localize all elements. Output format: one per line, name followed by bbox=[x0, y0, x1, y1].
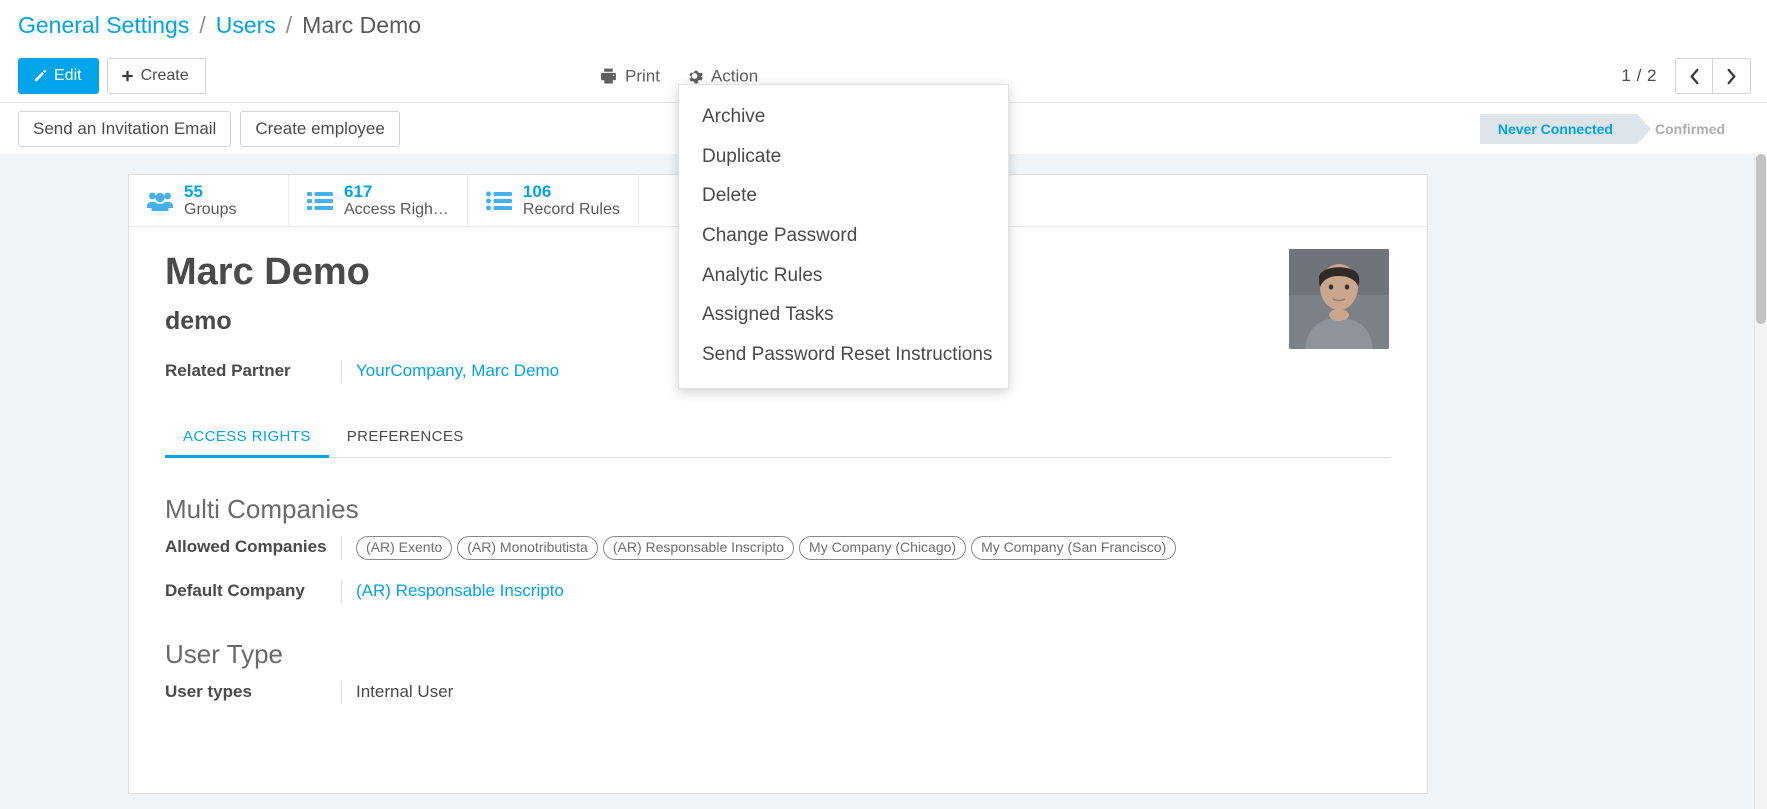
menu-item-delete[interactable]: Delete bbox=[679, 176, 1008, 216]
stat-button-record-rules[interactable]: 106 Record Rules bbox=[468, 175, 639, 226]
tag-company[interactable]: (AR) Responsable Inscripto bbox=[603, 536, 794, 561]
stat-button-access-rights[interactable]: 617 Access Righ… bbox=[289, 175, 468, 226]
action-label: Action bbox=[711, 68, 758, 85]
create-button[interactable]: Create bbox=[107, 58, 206, 94]
field-label-allowed-companies: Allowed Companies bbox=[165, 536, 341, 559]
allowed-companies-tag-list: (AR) Exento (AR) Monotributista (AR) Res… bbox=[356, 536, 1176, 561]
create-button-label: Create bbox=[141, 68, 189, 84]
breadcrumb-item-current: Marc Demo bbox=[302, 14, 421, 37]
section-title-user-type: User Type bbox=[165, 641, 1391, 667]
edit-button[interactable]: Edit bbox=[18, 58, 99, 94]
section-title-multi-companies: Multi Companies bbox=[165, 496, 1391, 522]
gear-icon bbox=[686, 68, 703, 85]
menu-item-send-password-reset-instructions[interactable]: Send Password Reset Instructions bbox=[679, 335, 1008, 375]
tab-access-rights[interactable]: ACCESS RIGHTS bbox=[165, 419, 329, 458]
menu-item-duplicate[interactable]: Duplicate bbox=[679, 137, 1008, 177]
pager-next-button[interactable] bbox=[1713, 58, 1751, 94]
pager-count: 1 / 2 bbox=[1621, 66, 1657, 86]
stat-label-groups: Groups bbox=[184, 201, 236, 219]
menu-item-analytic-rules[interactable]: Analytic Rules bbox=[679, 256, 1008, 296]
tag-company[interactable]: (AR) Exento bbox=[356, 536, 452, 561]
action-menu-button[interactable]: Action bbox=[686, 68, 758, 85]
plus-icon bbox=[121, 70, 134, 83]
list-ul-icon bbox=[307, 191, 333, 211]
avatar bbox=[1289, 249, 1389, 349]
users-group-icon bbox=[147, 191, 173, 211]
notebook-tabs: ACCESS RIGHTS PREFERENCES bbox=[165, 419, 1391, 458]
status-badge-confirmed[interactable]: Confirmed bbox=[1637, 114, 1749, 144]
send-invitation-email-button[interactable]: Send an Invitation Email bbox=[18, 111, 231, 147]
field-value-default-company[interactable]: (AR) Responsable Inscripto bbox=[356, 581, 564, 600]
field-value-related-partner[interactable]: YourCompany, Marc Demo bbox=[356, 361, 559, 380]
vertical-scrollbar[interactable] bbox=[1754, 154, 1767, 809]
field-label-default-company: Default Company bbox=[165, 580, 341, 603]
tag-company[interactable]: My Company (San Francisco) bbox=[971, 536, 1176, 561]
pager-previous-button[interactable] bbox=[1675, 58, 1713, 94]
stat-value-record-rules: 106 bbox=[523, 182, 620, 202]
breadcrumb: General Settings / Users / Marc Demo bbox=[0, 0, 1767, 50]
pager: 1 / 2 bbox=[1621, 58, 1751, 94]
status-bar: Never Connected Confirmed bbox=[1480, 114, 1749, 144]
field-allowed-companies: Allowed Companies (AR) Exento (AR) Monot… bbox=[165, 536, 1391, 561]
create-employee-button[interactable]: Create employee bbox=[240, 111, 399, 147]
breadcrumb-item-general-settings[interactable]: General Settings bbox=[18, 14, 189, 37]
action-dropdown-menu: Archive Duplicate Delete Change Password… bbox=[678, 84, 1009, 389]
edit-button-label: Edit bbox=[54, 68, 82, 84]
stat-button-groups[interactable]: 55 Groups bbox=[129, 175, 289, 226]
stat-label-access-rights: Access Righ… bbox=[344, 201, 449, 219]
field-default-company: Default Company (AR) Responsable Inscrip… bbox=[165, 580, 1391, 603]
breadcrumb-separator: / bbox=[199, 14, 205, 37]
menu-item-assigned-tasks[interactable]: Assigned Tasks bbox=[679, 295, 1008, 335]
breadcrumb-separator: / bbox=[286, 14, 292, 37]
print-label: Print bbox=[625, 68, 660, 85]
scrollbar-thumb[interactable] bbox=[1756, 154, 1766, 324]
menu-item-change-password[interactable]: Change Password bbox=[679, 216, 1008, 256]
stat-value-groups: 55 bbox=[184, 182, 236, 202]
field-value-user-types: Internal User bbox=[341, 681, 453, 704]
breadcrumb-item-users[interactable]: Users bbox=[216, 14, 276, 37]
status-badge-never-connected[interactable]: Never Connected bbox=[1480, 114, 1637, 144]
tag-company[interactable]: (AR) Monotributista bbox=[457, 536, 598, 561]
pencil-icon bbox=[32, 69, 47, 84]
field-label-user-types: User types bbox=[165, 681, 341, 704]
field-user-types: User types Internal User bbox=[165, 681, 1391, 704]
field-label-related-partner: Related Partner bbox=[165, 360, 341, 383]
tab-preferences[interactable]: PREFERENCES bbox=[329, 419, 482, 458]
printer-icon bbox=[600, 68, 617, 85]
list-ol-icon bbox=[486, 191, 512, 211]
menu-item-archive[interactable]: Archive bbox=[679, 97, 1008, 137]
stat-value-access-rights: 617 bbox=[344, 182, 449, 202]
stat-label-record-rules: Record Rules bbox=[523, 201, 620, 219]
control-panel-center: Print Action bbox=[600, 68, 758, 85]
print-menu-button[interactable]: Print bbox=[600, 68, 660, 85]
tag-company[interactable]: My Company (Chicago) bbox=[799, 536, 966, 561]
